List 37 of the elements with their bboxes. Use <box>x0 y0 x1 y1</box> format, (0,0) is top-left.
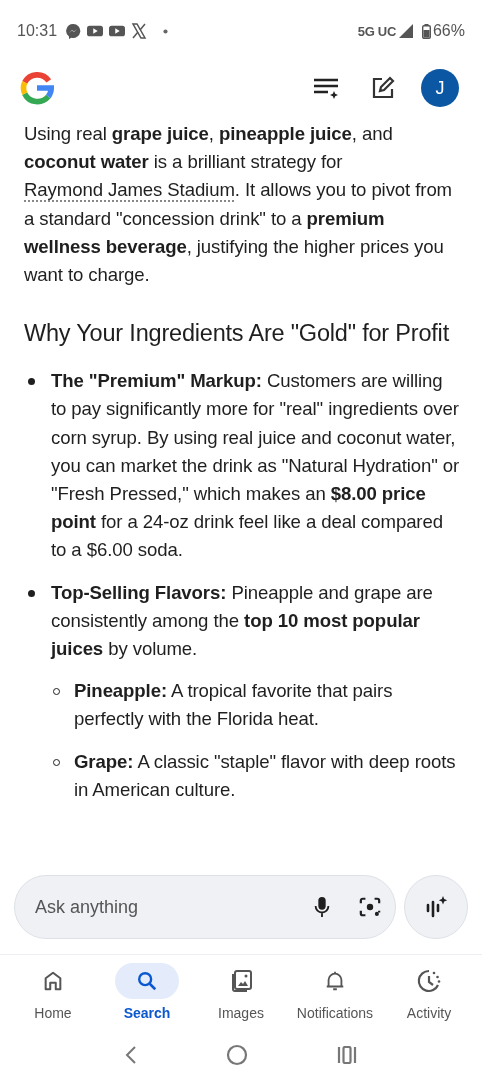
activity-clock-icon <box>417 969 441 993</box>
bullet-icon <box>28 378 35 386</box>
profile-avatar[interactable]: J <box>421 69 459 107</box>
google-logo-icon <box>20 71 54 105</box>
video-play-icon <box>87 23 104 39</box>
intro-paragraph: Using real grape juice, pineapple juice, and coconut water is a brilliant strategy for Raymond James Stadium. It allows you to pivot from a standard "concession drink" to a premium wellness beverage, justifying the higher prices you want to charge. <box>24 122 453 287</box>
bullet-text: Pineapple: A tropical favorite that pairs perfectly with the Florida heat. <box>74 679 394 732</box>
messenger-icon <box>65 23 82 39</box>
signal-icon <box>398 24 413 38</box>
network-type: 5G UC <box>357 23 396 39</box>
search-field[interactable]: Ask anything <box>14 875 396 939</box>
bullet-icon <box>28 589 35 597</box>
stadium-link[interactable]: Raymond James Stadium <box>24 179 235 201</box>
more-notifications-icon <box>163 28 169 34</box>
bell-icon <box>324 970 346 992</box>
images-icon <box>229 969 253 993</box>
video-play-icon <box>109 23 126 39</box>
bullet-text: Top-Selling Flavors: Pineapple and grape are consistently among the top 10 most popular juices by volume. <box>51 580 434 662</box>
x-logo-icon <box>131 23 148 39</box>
home-icon <box>42 970 64 992</box>
battery-icon <box>421 23 431 39</box>
nav-tab[interactable]: Home <box>6 963 100 1030</box>
nav-tab[interactable]: Images <box>194 963 288 1030</box>
bullet-text: The "Premium" Markup: Customers are willing to pay significantly more for "real" ingredients over corn syrup. By using real juice and coconut water, you can market the drink as "Natural Hydration" or "Fresh Pressed," which makes an $8.00 price point for a 24-oz drink feel like a deal compared to a $6.00 soda. <box>51 369 460 563</box>
search-icon <box>136 970 158 992</box>
home-circle-icon[interactable] <box>226 1044 248 1066</box>
camera-lens-icon[interactable] <box>359 896 381 918</box>
back-icon[interactable] <box>124 1045 137 1065</box>
battery-percent: 66% <box>432 22 465 40</box>
bullet-text: Grape: A classic "staple" flavor with deep roots in American culture. <box>74 749 457 802</box>
nav-tab[interactable]: Search <box>100 963 194 1030</box>
status-time: 10:31 <box>17 22 58 40</box>
section-heading: Why Your Ingredients Are "Gold" for Profit <box>24 319 450 349</box>
nav-tab[interactable]: Activity <box>382 963 476 1030</box>
search-input[interactable]: Ask anything <box>33 895 285 919</box>
recent-apps-icon[interactable] <box>337 1046 358 1064</box>
nav-tab[interactable]: Notifications <box>288 963 382 1030</box>
